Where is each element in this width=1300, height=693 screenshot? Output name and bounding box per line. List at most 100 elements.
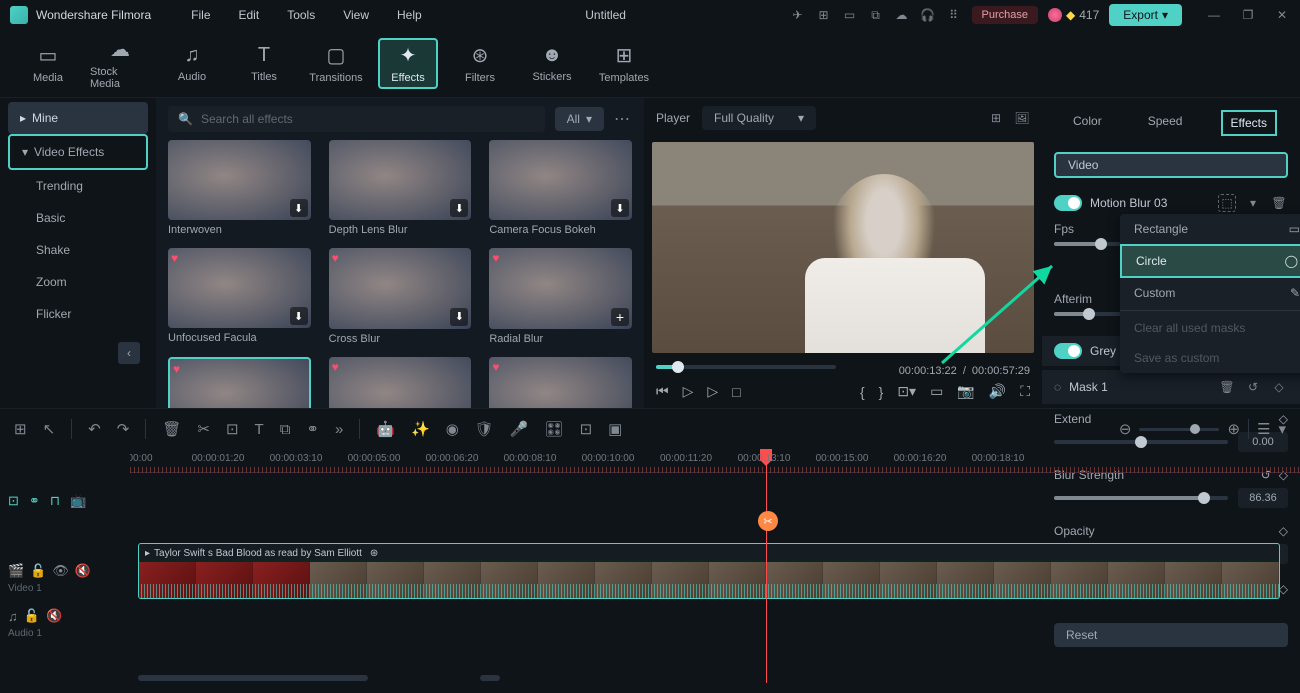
apps-icon[interactable]: ⠿ xyxy=(946,7,962,23)
effect-thumbnail[interactable]: ♥⬇ xyxy=(168,248,311,328)
favorite-icon[interactable]: ♥ xyxy=(492,251,499,265)
headset-icon[interactable]: 🎧 xyxy=(920,7,936,23)
cloud-icon[interactable]: ☁ xyxy=(894,7,910,23)
download-icon[interactable]: ⬇ xyxy=(450,308,468,326)
keyframe-icon[interactable]: ◇ xyxy=(1270,378,1288,396)
eye-icon[interactable]: 👁 xyxy=(52,563,69,579)
stop-button[interactable]: □ xyxy=(732,384,740,400)
add-icon[interactable]: + xyxy=(611,308,629,326)
effect-thumbnail[interactable]: ♥+ xyxy=(489,248,632,328)
favorite-icon[interactable]: ♥ xyxy=(492,360,499,374)
shape-circle[interactable]: Circle◯ xyxy=(1120,244,1300,278)
group-button[interactable]: ⊡ xyxy=(580,420,593,438)
download-icon[interactable]: ⬇ xyxy=(611,199,629,217)
volume-button[interactable]: 🔊 xyxy=(989,383,1006,400)
marker-out-button[interactable]: } xyxy=(879,384,884,400)
tab-speed[interactable]: Speed xyxy=(1140,110,1191,136)
video-icon[interactable]: 🎬 xyxy=(8,563,24,579)
extend-slider[interactable] xyxy=(1054,440,1228,444)
step-back-button[interactable]: ▷ xyxy=(683,383,694,400)
sidebar-item-zoom[interactable]: Zoom xyxy=(8,266,148,298)
screen-icon[interactable]: ▭ xyxy=(842,7,858,23)
cut-marker[interactable]: ✂ xyxy=(758,511,778,531)
zoom-in-button[interactable]: ⊕ xyxy=(1227,420,1240,438)
tab-effects[interactable]: Effects xyxy=(1221,110,1277,136)
menu-help[interactable]: Help xyxy=(397,8,422,22)
more-button[interactable]: ⋯ xyxy=(614,109,632,129)
monitor-icon[interactable]: ⧉ xyxy=(868,7,884,23)
download-icon[interactable]: ⬇ xyxy=(290,199,308,217)
mask-shape-button[interactable]: ⬚ xyxy=(1218,194,1236,212)
redo-button[interactable]: ↷ xyxy=(117,420,130,438)
shape-rectangle[interactable]: Rectangle▭ xyxy=(1120,214,1300,244)
fullscreen-button[interactable]: ⛶ xyxy=(1020,383,1030,400)
send-icon[interactable]: ✈ xyxy=(790,7,806,23)
effect-card[interactable]: ♥⬇Unfocused Facula xyxy=(168,248,311,344)
menu-view[interactable]: View xyxy=(343,8,369,22)
purchase-button[interactable]: Purchase xyxy=(972,6,1038,24)
grid-view-icon[interactable]: ⊞ xyxy=(988,110,1004,126)
sidebar-item-video-effects[interactable]: ▾Video Effects xyxy=(8,134,148,170)
timeline-scrollbar-alt[interactable] xyxy=(480,675,500,681)
scrubber[interactable] xyxy=(656,365,836,369)
zoom-slider[interactable] xyxy=(1139,428,1219,431)
compare-button[interactable]: ▭ xyxy=(930,383,943,400)
preview-video[interactable] xyxy=(652,142,1034,353)
ai-button[interactable]: 🤖 xyxy=(376,420,395,438)
tv-icon[interactable]: 📺 xyxy=(70,493,86,509)
video-clip[interactable]: ▸ Taylor Swift s Bad Blood as read by Sa… xyxy=(138,543,1280,599)
audio-icon[interactable]: ♫ xyxy=(8,609,18,624)
effect-thumbnail[interactable]: ♥⬇ xyxy=(329,357,472,409)
magnet-icon[interactable]: ⊓ xyxy=(50,493,60,509)
ribbon-effects[interactable]: ✦Effects xyxy=(378,38,438,89)
credits-display[interactable]: ◆ 417 xyxy=(1048,8,1099,22)
effect-card[interactable]: ♥⬇Longitudinal Blur xyxy=(329,357,472,409)
ratio-button[interactable]: ⊡▾ xyxy=(897,383,916,400)
prev-frame-button[interactable]: ⏮ xyxy=(656,383,669,400)
lock-icon[interactable]: 🔓 xyxy=(24,608,40,624)
list-view-button[interactable]: ☰ xyxy=(1257,420,1270,438)
tab-color[interactable]: Color xyxy=(1065,110,1110,136)
reset-icon[interactable]: ↺ xyxy=(1244,378,1262,396)
sidebar-item-mine[interactable]: ▸Mine xyxy=(8,102,148,134)
effect-thumbnail[interactable]: ♥+ xyxy=(168,357,311,409)
settings-button[interactable]: ▾ xyxy=(1278,420,1286,438)
favorite-icon[interactable]: ♥ xyxy=(173,362,180,376)
chevron-down-icon[interactable]: ▾ xyxy=(1244,194,1262,212)
copy-button[interactable]: ⧉ xyxy=(280,421,291,438)
effect-card[interactable]: ⬇Camera Focus Bokeh xyxy=(489,140,632,236)
layout-icon[interactable]: ⊞ xyxy=(14,420,27,438)
snapshot-button[interactable]: 📷 xyxy=(957,383,974,400)
effect-thumbnail[interactable]: ⬇ xyxy=(329,140,472,220)
mic-button[interactable]: 🎤 xyxy=(510,420,529,438)
menu-file[interactable]: File xyxy=(191,8,210,22)
export-button[interactable]: Export ▾ xyxy=(1109,4,1182,26)
undo-button[interactable]: ↶ xyxy=(88,420,101,438)
video-pill[interactable]: Video xyxy=(1054,152,1288,178)
effect-card[interactable]: ♥+Grainy Blur xyxy=(168,357,311,409)
quality-dropdown[interactable]: Full Quality ▾ xyxy=(702,106,816,130)
cut-button[interactable]: ✂ xyxy=(197,420,210,438)
ribbon-titles[interactable]: TTitles xyxy=(234,38,294,89)
zoom-out-button[interactable]: ⊖ xyxy=(1119,420,1132,438)
sidebar-item-trending[interactable]: Trending xyxy=(8,170,148,202)
crop-button[interactable]: ⊡ xyxy=(226,420,239,438)
ribbon-audio[interactable]: ♫Audio xyxy=(162,38,222,89)
download-icon[interactable]: ⬇ xyxy=(290,307,308,325)
effect-card[interactable]: ⬇Depth Lens Blur xyxy=(329,140,472,236)
marker-in-button[interactable]: { xyxy=(860,384,865,400)
effect-thumbnail[interactable]: ♥⬇ xyxy=(329,248,472,328)
ribbon-filters[interactable]: ⊛Filters xyxy=(450,38,510,89)
timeline-content[interactable]: 00:0000:00:01:2000:00:03:1000:00:05:0000… xyxy=(130,449,1300,683)
effect2-toggle[interactable] xyxy=(1054,343,1082,359)
filter-dropdown[interactable]: All ▾ xyxy=(555,107,604,131)
sidebar-prev-button[interactable]: ‹ xyxy=(118,342,140,364)
delete-button[interactable]: 🗑 xyxy=(162,420,181,438)
sidebar-item-shake[interactable]: Shake xyxy=(8,234,148,266)
effect-card[interactable]: ♥+Radial Blur xyxy=(489,248,632,344)
effect-card[interactable]: ⬇Interwoven xyxy=(168,140,311,236)
maximize-button[interactable]: ❐ xyxy=(1240,7,1256,23)
cursor-icon[interactable]: ↖ xyxy=(43,420,56,438)
marker-icon[interactable]: ⊡ xyxy=(8,493,19,509)
effect-thumbnail[interactable]: ⬇ xyxy=(489,140,632,220)
